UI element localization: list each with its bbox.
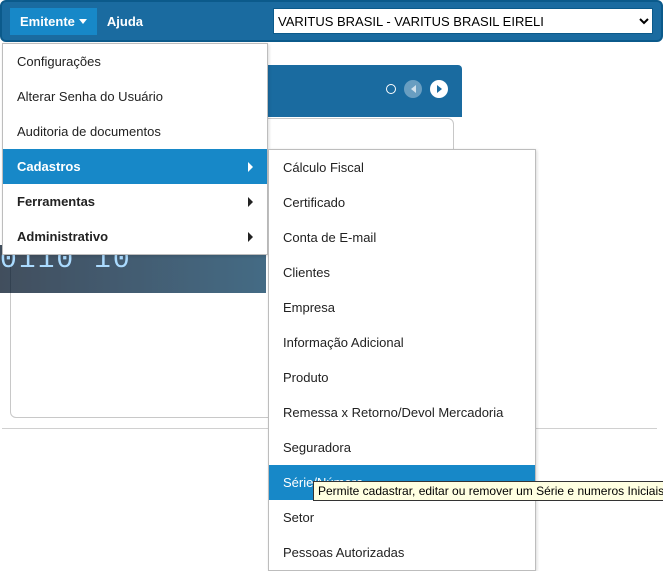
- menu-item[interactable]: Administrativo: [3, 219, 267, 254]
- chevron-left-icon: [411, 85, 416, 93]
- chevron-right-icon: [437, 85, 442, 93]
- submenu-item[interactable]: Clientes: [269, 255, 535, 290]
- menu-item[interactable]: Cadastros: [3, 149, 267, 184]
- submenu-item[interactable]: Seguradora: [269, 430, 535, 465]
- emitente-dropdown: Configurações Alterar Senha do Usuário Aud…: [2, 43, 268, 255]
- chevron-right-icon: [248, 197, 253, 207]
- submenu-item[interactable]: Setor: [269, 500, 535, 535]
- submenu-item[interactable]: Cálculo Fiscal: [269, 150, 535, 185]
- menu-item[interactable]: Auditoria de documentos: [3, 114, 267, 149]
- tooltip-text: Permite cadastrar, editar ou remover um …: [318, 484, 663, 498]
- menu-item-label: Cadastros: [17, 159, 81, 174]
- carousel-prev-button[interactable]: [404, 80, 422, 98]
- submenu-item[interactable]: Remessa x Retorno/Devol Mercadoria: [269, 395, 535, 430]
- menu-item[interactable]: Ferramentas: [3, 184, 267, 219]
- submenu-item[interactable]: Produto: [269, 360, 535, 395]
- company-select[interactable]: VARITUS BRASIL - VARITUS BRASIL EIRELI: [273, 8, 653, 34]
- menu-item[interactable]: Configurações: [3, 44, 267, 79]
- menu-item-label: Auditoria de documentos: [17, 124, 161, 139]
- submenu-item[interactable]: Informação Adicional: [269, 325, 535, 360]
- submenu-item[interactable]: Empresa: [269, 290, 535, 325]
- carousel-indicator-dot[interactable]: [386, 84, 396, 94]
- menu-emitente[interactable]: Emitente: [10, 8, 97, 35]
- menu-item-label: Administrativo: [17, 229, 108, 244]
- menu-item[interactable]: Alterar Senha do Usuário: [3, 79, 267, 114]
- menu-item-label: Ferramentas: [17, 194, 95, 209]
- carousel-controls: [386, 80, 448, 98]
- carousel-next-button[interactable]: [430, 80, 448, 98]
- tooltip: Permite cadastrar, editar ou remover um …: [313, 481, 663, 501]
- cadastros-submenu: Cálculo FiscalCertificadoConta de E-mail…: [268, 149, 536, 571]
- chevron-right-icon: [248, 162, 253, 172]
- menu-item-label: Alterar Senha do Usuário: [17, 89, 163, 104]
- menu-ajuda[interactable]: Ajuda: [97, 8, 153, 35]
- menu-ajuda-label: Ajuda: [107, 14, 143, 29]
- menu-item-label: Configurações: [17, 54, 101, 69]
- submenu-item[interactable]: Conta de E-mail: [269, 220, 535, 255]
- chevron-right-icon: [248, 232, 253, 242]
- chevron-down-icon: [79, 19, 87, 24]
- submenu-item[interactable]: Certificado: [269, 185, 535, 220]
- topbar: Emitente Ajuda VARITUS BRASIL - VARITUS …: [0, 0, 663, 42]
- menu-emitente-label: Emitente: [20, 14, 75, 29]
- submenu-item[interactable]: Pessoas Autorizadas: [269, 535, 535, 570]
